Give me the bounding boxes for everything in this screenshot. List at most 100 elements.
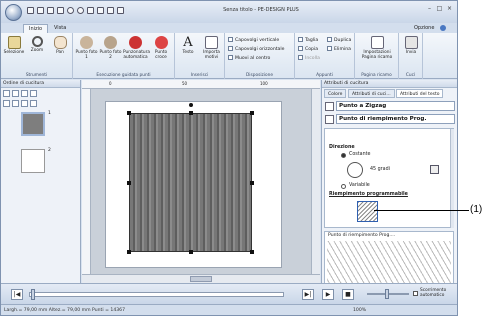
punto-foto-1-button[interactable]: Punto foto 1 <box>75 36 98 60</box>
arrow-icon <box>7 36 21 49</box>
redo-icon[interactable] <box>77 7 84 14</box>
selection-handle[interactable] <box>127 181 131 185</box>
stitch-slider-thumb[interactable] <box>31 289 35 300</box>
selection-handle[interactable] <box>250 181 254 185</box>
capovolgi-verticale-button[interactable]: Capovolgi verticale <box>228 37 279 44</box>
options-menu[interactable]: Opzione <box>409 24 439 33</box>
go-start-icon[interactable]: |◀ <box>11 289 23 300</box>
rotate-handle[interactable] <box>189 103 193 107</box>
duplica-button[interactable]: Duplica <box>327 37 351 44</box>
tab-inizio[interactable]: Inizio <box>23 24 49 33</box>
group-pagina-ricamo: Impostazioni Pagina ricamo Pagina ricamo <box>355 33 399 79</box>
punto-croce-button[interactable]: Punto croce <box>149 36 173 60</box>
ribbon: Selezione Zoom Pan Strumenti Punto foto … <box>1 33 457 79</box>
sort-icon[interactable] <box>12 90 19 97</box>
cross-stitch-apple-icon <box>154 36 168 49</box>
selection-handle[interactable] <box>250 111 254 115</box>
flip-vertical-icon <box>228 37 233 42</box>
sewing-item-2[interactable] <box>21 149 45 173</box>
play-icon[interactable]: ▶ <box>322 289 334 300</box>
move-up-icon[interactable] <box>12 100 19 107</box>
taglia-button[interactable]: Taglia <box>298 37 318 44</box>
line-sew-select[interactable]: Punto a Zigzag <box>336 101 455 111</box>
stop-icon[interactable]: ■ <box>342 289 354 300</box>
delete-icon <box>327 46 332 51</box>
move-first-icon[interactable] <box>3 100 10 107</box>
horizontal-scrollbar[interactable] <box>82 274 320 283</box>
sewing-item-number: 1 <box>48 111 51 116</box>
close-icon[interactable]: × <box>445 5 454 13</box>
stitch-slider[interactable] <box>29 292 284 297</box>
tab-attributi-testo[interactable]: Attributi del testo <box>396 89 444 98</box>
pan-button[interactable]: Pan <box>49 36 71 55</box>
magnifier-icon <box>31 36 43 47</box>
app-menu-button[interactable] <box>5 4 22 21</box>
sewing-item-number: 2 <box>48 148 51 153</box>
vertical-scrollbar[interactable] <box>311 89 320 274</box>
capovolgi-orizzontale-button[interactable]: Capovolgi orizzontale <box>228 46 284 53</box>
variable-radio[interactable] <box>341 184 346 189</box>
incolla-button[interactable]: Incolla <box>298 55 320 62</box>
impostazioni-pagina-button[interactable]: Impostazioni Pagina ricamo <box>357 36 397 60</box>
callout-line <box>374 210 469 211</box>
tab-colore[interactable]: Colore <box>324 89 347 98</box>
sewing-item-1[interactable] <box>21 112 45 136</box>
settings-scrollbar[interactable] <box>450 129 454 228</box>
tab-vista[interactable]: Vista <box>49 24 71 33</box>
group-inserisci: A Testo Importa motivi Inserisci <box>175 33 225 79</box>
open-icon[interactable] <box>37 7 44 14</box>
new-icon[interactable] <box>27 7 34 14</box>
region-sew-select[interactable]: Punto di riempimento Prog. <box>336 114 455 124</box>
application-window: Senza titolo - PE-DESIGN PLUS – □ × Iniz… <box>0 0 458 316</box>
selezione-button[interactable]: Selezione <box>3 36 25 55</box>
punzonatura-button[interactable]: Punzonatura automatica <box>123 36 150 60</box>
ruler-tick: 50 <box>182 81 188 86</box>
selection-handle[interactable] <box>189 250 193 254</box>
selection-handle[interactable] <box>250 250 254 254</box>
selection-handle[interactable] <box>127 111 131 115</box>
undo-icon[interactable] <box>67 7 74 14</box>
programmable-label: Riempimento programmabile <box>329 192 408 197</box>
ruler-tick: 0 <box>109 81 112 86</box>
move-down-icon[interactable] <box>21 100 28 107</box>
speed-slider-thumb[interactable] <box>385 289 389 299</box>
scissors-icon <box>298 37 303 42</box>
line-sew-icon[interactable] <box>325 102 334 111</box>
save-icon[interactable] <box>47 7 54 14</box>
importa-motivi-button[interactable]: Importa motivi <box>200 36 223 60</box>
step-forward-icon[interactable]: ▶| <box>302 289 314 300</box>
ruler-tick: 100 <box>260 81 268 86</box>
muovi-al-centro-button[interactable]: Muovi al centro <box>228 55 270 62</box>
pointer-icon[interactable] <box>30 100 37 107</box>
auto-scroll-checkbox[interactable] <box>413 291 418 296</box>
elimina-button[interactable]: Elimina <box>327 46 351 53</box>
constant-radio[interactable] <box>341 153 346 158</box>
select-tool-icon[interactable] <box>87 7 94 14</box>
fill-pattern-button[interactable] <box>357 201 378 222</box>
status-bar: Largh.= 79,00 mm Altez.= 79,00 mm Punti … <box>1 304 457 315</box>
view-icon[interactable] <box>3 90 10 97</box>
embroidery-square-pattern[interactable] <box>129 113 252 252</box>
direction-apply-icon[interactable] <box>430 165 439 174</box>
invia-button[interactable]: Invia <box>401 36 421 55</box>
minimize-icon[interactable]: – <box>425 5 434 13</box>
help-icon[interactable] <box>440 25 446 31</box>
group-cuci: Invia Cucì <box>399 33 423 79</box>
maximize-icon[interactable]: □ <box>435 5 444 13</box>
zoom-button[interactable]: Zoom <box>26 36 48 53</box>
copia-button[interactable]: Copia <box>298 46 318 53</box>
punto-foto-2-button[interactable]: Punto foto 2 <box>99 36 122 60</box>
scroll-thumb[interactable] <box>190 276 212 282</box>
direction-dial[interactable] <box>347 162 363 178</box>
region-sew-icon[interactable] <box>325 115 334 124</box>
zoom-icon[interactable] <box>97 7 104 14</box>
pan-icon[interactable] <box>107 7 114 14</box>
tab-attributi-cucitura[interactable]: Attributi di cuci... <box>348 89 395 98</box>
color-icon[interactable] <box>30 90 37 97</box>
testo-button[interactable]: A Testo <box>177 36 199 55</box>
print-icon[interactable] <box>57 7 64 14</box>
group-icon[interactable] <box>21 90 28 97</box>
qat-customize-icon[interactable] <box>117 7 124 14</box>
selection-handle[interactable] <box>127 250 131 254</box>
selection-handle[interactable] <box>189 111 193 115</box>
